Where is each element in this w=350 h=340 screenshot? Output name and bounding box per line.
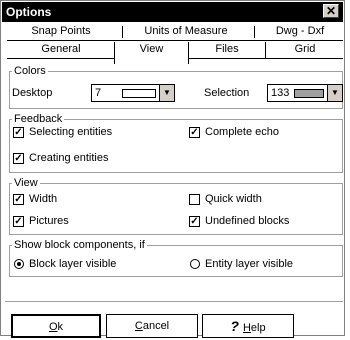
block-layer-visible-label: Block layer visible <box>29 258 117 270</box>
chevron-down-icon[interactable]: ▼ <box>327 85 342 101</box>
cancel-button-label: ancel <box>142 320 170 332</box>
desktop-color-swatch <box>122 89 156 98</box>
title-bar: Options ✕ <box>2 2 343 22</box>
tab-divider <box>265 42 266 58</box>
quick-width-label: Quick width <box>205 193 262 205</box>
feedback-group-legend: Feedback <box>12 113 65 125</box>
creating-entities-checkbox[interactable]: ✓ <box>13 153 24 164</box>
help-button[interactable]: ? Help <box>202 314 294 338</box>
tab-row-divider <box>7 40 343 41</box>
entity-layer-visible-radio[interactable] <box>190 259 200 269</box>
selection-color-value: 133 <box>271 87 290 99</box>
entity-layer-visible-label: Entity layer visible <box>205 258 294 270</box>
tab-divider <box>122 26 123 38</box>
desktop-color-value: 7 <box>95 87 102 99</box>
cancel-button-accel: C <box>134 320 143 332</box>
options-dialog: Options ✕ Snap Points Units of Measure D… <box>0 0 345 338</box>
selection-label: Selection <box>204 87 250 99</box>
help-button-accel: H <box>242 322 251 334</box>
selection-color-swatch <box>294 89 324 98</box>
tab-grid[interactable]: Grid <box>269 42 341 58</box>
help-button-label: elp <box>250 322 266 334</box>
selecting-entities-label: Selecting entities <box>29 126 113 138</box>
selection-color-select[interactable]: 133 ▼ <box>267 84 343 102</box>
chevron-down-icon[interactable]: ▼ <box>159 85 174 101</box>
colors-group-legend: Colors <box>12 65 48 77</box>
tab-baseline <box>7 58 115 59</box>
view-group-legend: View <box>12 177 40 189</box>
tab-snap-points[interactable]: Snap Points <box>11 24 111 40</box>
tab-general[interactable]: General <box>11 42 111 58</box>
undefined-blocks-label: Undefined blocks <box>205 215 290 227</box>
pictures-checkbox[interactable]: ✓ <box>13 216 24 227</box>
ok-button-accel: O <box>48 321 58 333</box>
ok-button[interactable]: Ok <box>11 314 101 338</box>
close-button[interactable]: ✕ <box>323 4 339 18</box>
button-area-divider <box>5 301 343 302</box>
width-label: Width <box>29 193 58 205</box>
ok-button-label: k <box>57 321 64 333</box>
creating-entities-label: Creating entities <box>29 152 109 164</box>
close-icon: ✕ <box>325 4 337 18</box>
cancel-button[interactable]: Cancel <box>106 314 198 338</box>
tab-files[interactable]: Files <box>189 42 265 58</box>
selecting-entities-checkbox[interactable]: ✓ <box>13 127 24 138</box>
quick-width-checkbox[interactable] <box>189 194 200 205</box>
desktop-label: Desktop <box>12 87 53 99</box>
width-checkbox[interactable]: ✓ <box>13 194 24 205</box>
tab-units-of-measure[interactable]: Units of Measure <box>126 24 246 40</box>
window-title: Options <box>6 5 52 19</box>
block-layer-visible-radio[interactable] <box>14 259 24 269</box>
undefined-blocks-checkbox[interactable]: ✓ <box>189 216 200 227</box>
tab-divider <box>254 26 255 38</box>
pictures-label: Pictures <box>29 215 69 227</box>
question-mark-icon: ? <box>230 318 239 334</box>
tab-dwg-dxf[interactable]: Dwg - Dxf <box>259 24 341 40</box>
desktop-color-select[interactable]: 7 ▼ <box>91 84 175 102</box>
block-components-group-legend: Show block components, if <box>12 239 147 251</box>
complete-echo-label: Complete echo <box>205 126 279 138</box>
complete-echo-checkbox[interactable]: ✓ <box>189 127 200 138</box>
tab-view[interactable]: View <box>115 42 188 58</box>
tab-baseline <box>188 58 343 59</box>
